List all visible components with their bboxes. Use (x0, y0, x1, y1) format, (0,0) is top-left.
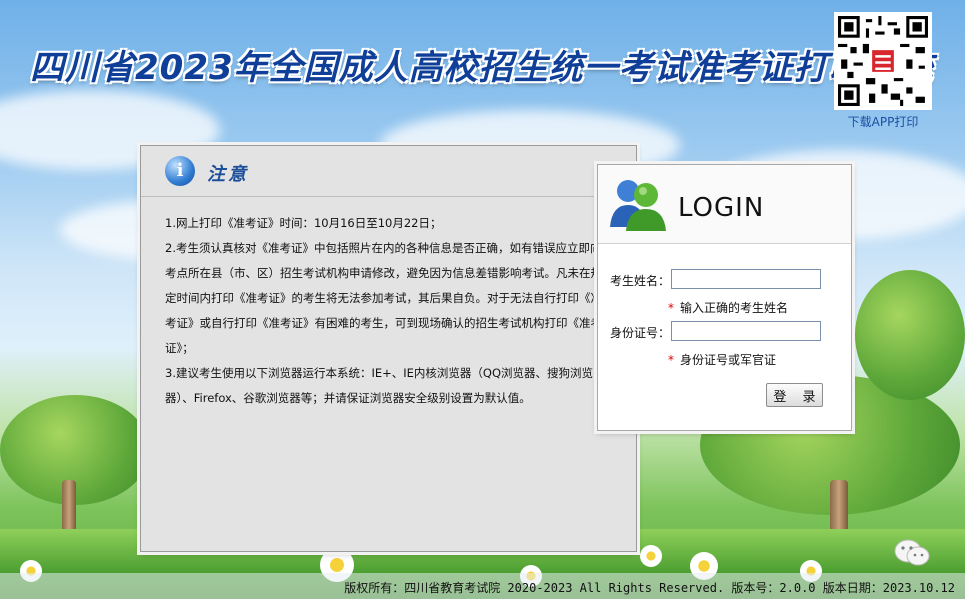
notice-body: 1.网上打印《准考证》时间：10月16日至10月22日； 2.考生须认真核对《准… (141, 197, 636, 411)
login-header: LOGIN (598, 165, 851, 244)
name-hint-text: 输入正确的考生姓名 (680, 301, 789, 315)
notice-item: 2.考生须认真核对《准考证》中包括照片在内的各种信息是否正确，如有错误应立即向考… (165, 241, 602, 355)
qr-caption[interactable]: 下载APP打印 (832, 113, 934, 130)
copyright-text: 版权所有：四川省教育考试院 2020-2023 All Rights Reser… (344, 581, 955, 595)
login-button[interactable]: 登 录 (766, 383, 823, 407)
users-icon (610, 180, 666, 231)
notice-title: 注意 (207, 164, 249, 185)
footer: 版权所有：四川省教育考试院 2020-2023 All Rights Reser… (0, 573, 965, 599)
qr-code-icon (838, 16, 928, 106)
login-panel: LOGIN 考生姓名： * 输入正确的考生姓名 身份证号： * 身份证号或军官证 登… (597, 164, 852, 431)
name-input[interactable] (671, 269, 821, 289)
login-title: LOGIN (678, 193, 765, 223)
id-hint-text: 身份证号或军官证 (680, 353, 777, 367)
notice-panel: i 注意 1.网上打印《准考证》时间：10月16日至10月22日； 2.考生须认… (140, 145, 637, 552)
id-number-input[interactable] (671, 321, 821, 341)
notice-item: 3.建议考生使用以下浏览器运行本系统：IE+、IE内核浏览器（QQ浏览器、搜狗浏… (165, 366, 594, 405)
required-icon: * (668, 301, 674, 315)
required-icon: * (668, 353, 674, 367)
page-title: 四川省2023年全国成人高校招生统一考试准考证打印系统 (30, 48, 934, 88)
id-hint: * 身份证号或军官证 (668, 351, 776, 368)
name-hint: * 输入正确的考生姓名 (668, 299, 788, 316)
wechat-icon (894, 539, 930, 566)
info-icon: i (165, 156, 195, 186)
notice-header: i 注意 (141, 146, 636, 197)
qr-code (834, 12, 932, 110)
name-label: 考生姓名： (610, 274, 671, 288)
id-label: 身份证号： (610, 326, 671, 340)
notice-item: 1.网上打印《准考证》时间：10月16日至10月22日； (165, 216, 442, 230)
